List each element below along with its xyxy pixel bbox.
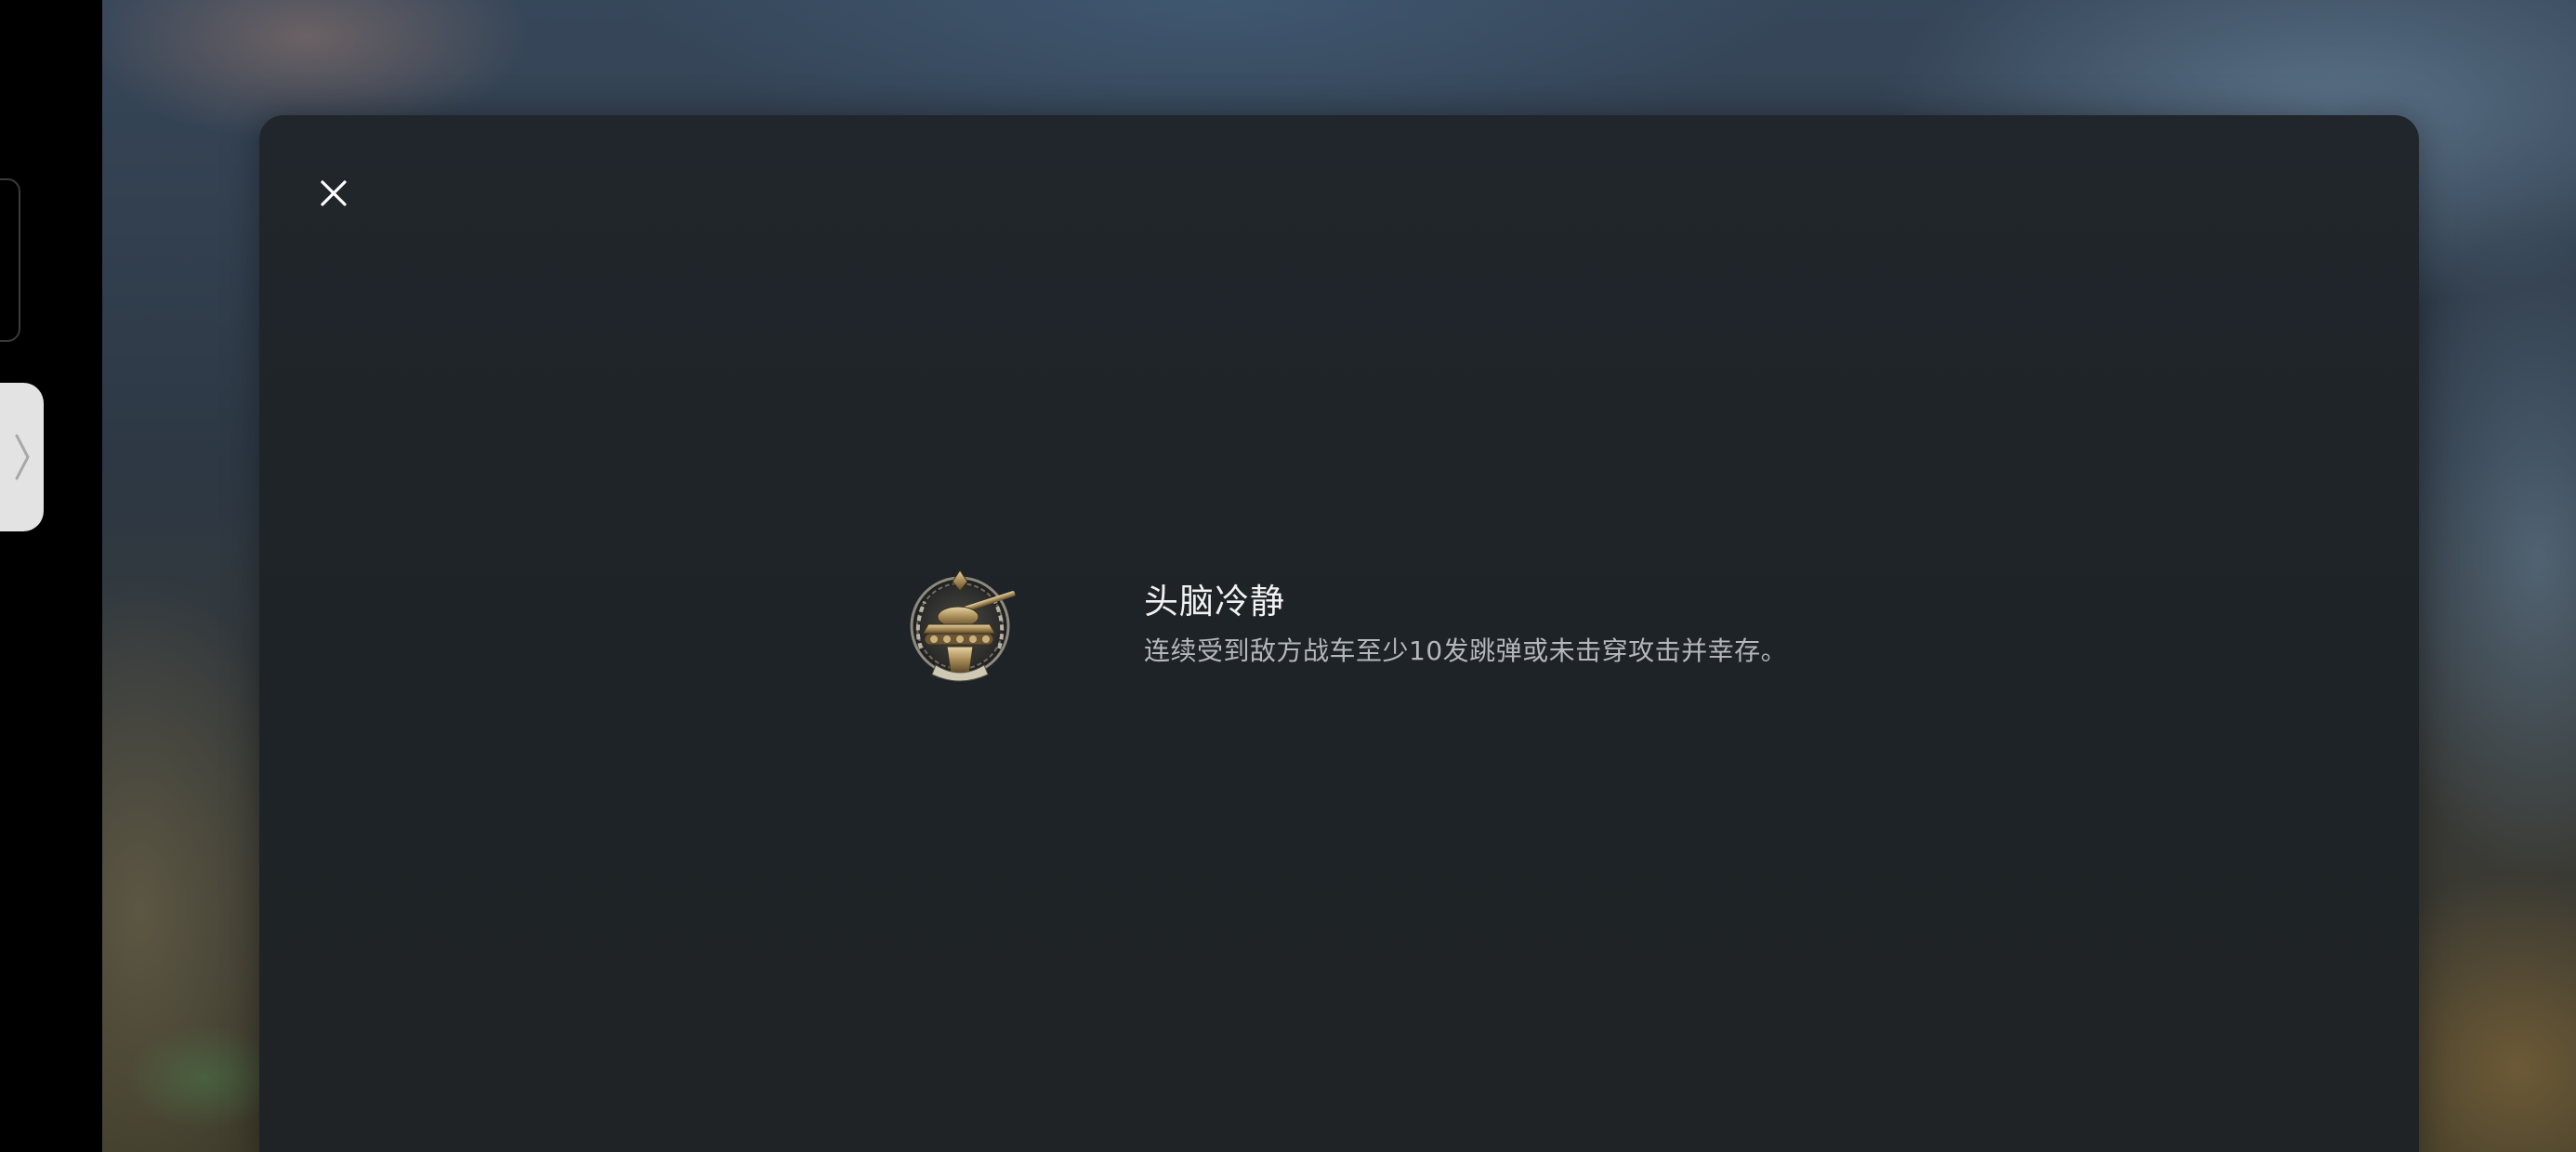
sidebar-panel-outline bbox=[0, 178, 20, 342]
achievement-entry: 头脑冷静 连续受到敌方战车至少10发跳弹或未击穿攻击并幸存。 bbox=[904, 565, 1787, 686]
achievement-description: 连续受到敌方战车至少10发跳弹或未击穿攻击并幸存。 bbox=[1144, 635, 1788, 666]
screen: 头脑冷静 连续受到敌方战车至少10发跳弹或未击穿攻击并幸存。 bbox=[0, 0, 2576, 1152]
achievement-text: 头脑冷静 连续受到敌方战车至少10发跳弹或未击穿攻击并幸存。 bbox=[1144, 581, 1787, 670]
close-button[interactable] bbox=[308, 167, 360, 219]
close-icon bbox=[321, 180, 347, 206]
sidebar-expand-tab[interactable] bbox=[0, 383, 44, 531]
achievement-detail-modal: 头脑冷静 连续受到敌方战车至少10发跳弹或未击穿攻击并幸存。 bbox=[259, 115, 2419, 1152]
tank-medal-icon bbox=[910, 569, 1016, 682]
achievement-title: 头脑冷静 bbox=[1144, 582, 1285, 622]
chevron-right-icon bbox=[15, 434, 30, 480]
left-sidebar-rail bbox=[0, 0, 102, 1152]
